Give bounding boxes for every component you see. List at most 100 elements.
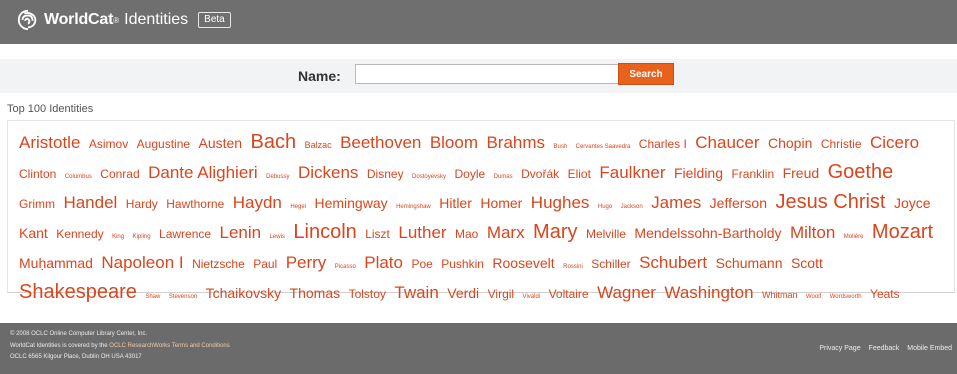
identity-link[interactable]: Mary xyxy=(533,221,577,243)
identity-link[interactable]: Jefferson xyxy=(710,195,767,211)
name-search-input[interactable] xyxy=(355,64,619,84)
identity-link[interactable]: Liszt xyxy=(365,227,390,241)
feedback-link[interactable]: Feedback xyxy=(869,345,900,352)
identity-link[interactable]: Hughes xyxy=(531,193,590,212)
terms-link[interactable]: OCLC ResearchWorks Terms and Conditions xyxy=(109,343,230,349)
identity-link[interactable]: Kennedy xyxy=(56,227,103,241)
identity-link[interactable]: Voltaire xyxy=(549,287,589,301)
identity-link[interactable]: James xyxy=(651,193,701,212)
identity-link[interactable]: Pushkin xyxy=(441,257,484,271)
identity-link[interactable]: Paul xyxy=(253,257,277,271)
identity-link[interactable]: Shakespeare xyxy=(19,281,137,303)
identity-link[interactable]: Stevenson xyxy=(169,294,197,300)
identity-link[interactable]: Hemingway xyxy=(314,195,387,211)
identity-link[interactable]: Freud xyxy=(783,165,820,181)
identity-link[interactable]: Nietzsche xyxy=(192,257,245,271)
identity-link[interactable]: King xyxy=(112,234,124,240)
identity-link[interactable]: Schubert xyxy=(639,253,707,272)
identity-link[interactable]: Bush xyxy=(553,144,567,150)
identity-link[interactable]: Jesus Christ xyxy=(775,191,885,213)
identity-link[interactable]: Hegel xyxy=(290,204,306,210)
identity-link[interactable]: Asimov xyxy=(89,137,128,151)
identity-link[interactable]: Beethoven xyxy=(340,133,421,152)
identity-link[interactable]: Hardy xyxy=(126,197,158,211)
identity-link[interactable]: Tolstoy xyxy=(349,287,386,301)
identity-link[interactable]: Charles I xyxy=(639,137,687,151)
identity-link[interactable]: Molière xyxy=(844,234,864,240)
identity-link[interactable]: Joyce xyxy=(894,195,931,211)
identity-link[interactable]: Scott xyxy=(791,255,823,271)
identity-link[interactable]: Milton xyxy=(790,223,835,242)
identity-link[interactable]: Goethe xyxy=(828,161,894,183)
identity-link[interactable]: Wordsworth xyxy=(830,294,862,300)
identity-link[interactable]: Kant xyxy=(19,225,48,241)
identity-link[interactable]: Hitler xyxy=(439,195,472,211)
identity-link[interactable]: Faulkner xyxy=(599,163,665,182)
worldcat-logo[interactable]: WorldCat ® Identities Beta xyxy=(17,9,231,31)
identity-link[interactable]: Melville xyxy=(586,227,626,241)
identity-link[interactable]: Clinton xyxy=(19,167,56,181)
identity-link[interactable]: Doyle xyxy=(455,167,486,181)
identity-link[interactable]: Austen xyxy=(199,135,243,151)
identity-link[interactable]: Disney xyxy=(367,167,404,181)
identity-link[interactable]: Twain xyxy=(394,283,438,302)
identity-link[interactable]: Eliot xyxy=(568,167,591,181)
identity-link[interactable]: Dante Alighieri xyxy=(148,163,258,182)
identity-link[interactable]: Conrad xyxy=(100,167,139,181)
identity-link[interactable]: Vivaldi xyxy=(523,294,541,300)
identity-link[interactable]: Bach xyxy=(251,131,297,153)
identity-link[interactable]: Handel xyxy=(63,193,117,212)
identity-link[interactable]: Chopin xyxy=(768,135,812,151)
identity-link[interactable]: Lawrence xyxy=(159,227,211,241)
identity-link[interactable]: Thomas xyxy=(290,285,341,301)
identity-link[interactable]: Bloom xyxy=(430,133,478,152)
identity-link[interactable]: Mao xyxy=(455,227,478,241)
identity-link[interactable]: Lincoln xyxy=(293,221,356,243)
identity-link[interactable]: Plato xyxy=(364,253,403,272)
identity-link[interactable]: Hawthorne xyxy=(166,197,224,211)
identity-link[interactable]: Debussy xyxy=(266,174,289,180)
identity-link[interactable]: Tchaikovsky xyxy=(206,285,281,301)
identity-link[interactable]: Columbus xyxy=(65,174,92,180)
identity-link[interactable]: Haydn xyxy=(233,193,282,212)
identity-link[interactable]: Shaw xyxy=(145,294,160,300)
identity-link[interactable]: Washington xyxy=(664,283,753,302)
identity-link[interactable]: Verdi xyxy=(447,285,479,301)
identity-link[interactable]: Augustine xyxy=(137,137,190,151)
mobile-embed-link[interactable]: Mobile Embed xyxy=(907,345,952,352)
identity-link[interactable]: Cicero xyxy=(870,133,919,152)
identity-link[interactable]: Franklin xyxy=(731,167,774,181)
identity-link[interactable]: Rossini xyxy=(563,264,583,270)
identity-link[interactable]: Woolf xyxy=(806,294,821,300)
identity-link[interactable]: Brahms xyxy=(486,133,545,152)
identity-link[interactable]: Kipling xyxy=(133,234,151,240)
identity-link[interactable]: Schiller xyxy=(591,257,630,271)
identity-link[interactable]: Picasso xyxy=(335,264,356,270)
privacy-link[interactable]: Privacy Page xyxy=(819,345,860,352)
identity-link[interactable]: Hemingshaw xyxy=(396,204,431,210)
identity-link[interactable]: Marx xyxy=(487,223,525,242)
identity-link[interactable]: Jackson xyxy=(621,204,643,210)
identity-link[interactable]: Fielding xyxy=(674,165,723,181)
identity-link[interactable]: Whitman xyxy=(762,290,798,300)
identity-link[interactable]: Dumas xyxy=(494,174,513,180)
identity-link[interactable]: Muḥammad xyxy=(19,255,93,271)
identity-link[interactable]: Luther xyxy=(398,223,446,242)
identity-link[interactable]: Dostoyevsky xyxy=(412,174,446,180)
identity-link[interactable]: Poe xyxy=(411,257,432,271)
identity-link[interactable]: Balzac xyxy=(305,140,332,150)
identity-link[interactable]: Chaucer xyxy=(695,133,759,152)
identity-link[interactable]: Schumann xyxy=(716,255,783,271)
identity-link[interactable]: Roosevelt xyxy=(492,255,554,271)
identity-link[interactable]: Aristotle xyxy=(19,133,80,152)
identity-link[interactable]: Lenin xyxy=(220,223,262,242)
identity-link[interactable]: Napoleon I xyxy=(101,253,183,272)
identity-link[interactable]: Dvořák xyxy=(521,167,559,181)
identity-link[interactable]: Lewis xyxy=(270,234,285,240)
identity-link[interactable]: Virgil xyxy=(488,287,514,301)
search-button[interactable]: Search xyxy=(618,63,674,85)
identity-link[interactable]: Homer xyxy=(480,195,522,211)
identity-link[interactable]: Perry xyxy=(286,253,327,272)
identity-link[interactable]: Yeats xyxy=(870,287,900,301)
identity-link[interactable]: Mendelssohn-Bartholdy xyxy=(634,225,781,241)
